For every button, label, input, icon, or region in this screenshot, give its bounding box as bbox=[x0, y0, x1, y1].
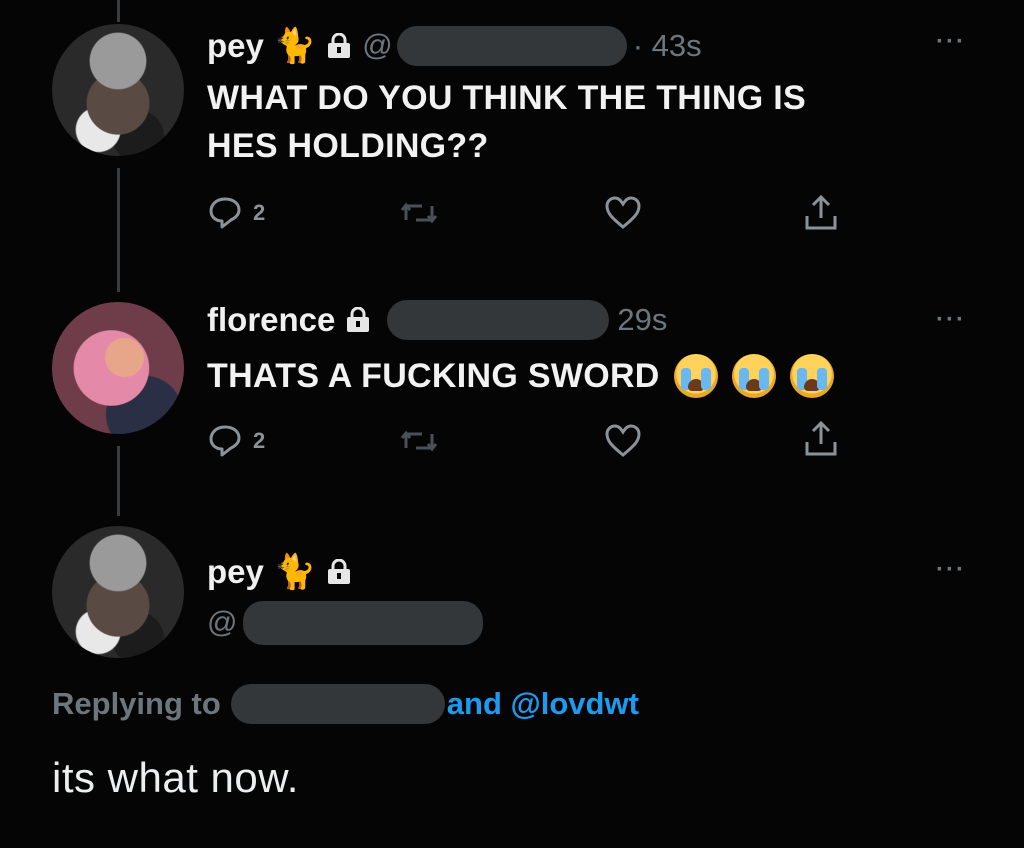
handle-at: @ bbox=[362, 29, 393, 62]
more-icon[interactable]: ··· bbox=[936, 28, 966, 56]
share-button[interactable] bbox=[804, 194, 838, 232]
lock-icon bbox=[326, 559, 352, 585]
like-button[interactable] bbox=[604, 196, 642, 230]
avatar[interactable] bbox=[52, 302, 184, 434]
crying-emoji-icon bbox=[789, 354, 834, 398]
cat-icon: 🐈 bbox=[273, 553, 317, 591]
reply-icon bbox=[209, 425, 241, 457]
display-name[interactable]: pey bbox=[207, 553, 264, 591]
share-icon bbox=[805, 194, 837, 230]
timestamp[interactable]: 29s bbox=[617, 302, 667, 338]
replying-link[interactable]: and @lovdwt bbox=[447, 686, 639, 722]
tweet-text: its what now. bbox=[52, 754, 299, 801]
thread-line-2 bbox=[117, 446, 120, 516]
display-name[interactable]: florence bbox=[207, 301, 335, 339]
thread-line-1 bbox=[117, 168, 120, 292]
like-button[interactable] bbox=[604, 424, 642, 458]
timestamp[interactable]: · 43s bbox=[633, 28, 702, 64]
lock-icon bbox=[345, 307, 371, 333]
reply-count: 2 bbox=[253, 428, 266, 453]
handle-at: @ bbox=[207, 606, 238, 639]
like-icon bbox=[605, 424, 641, 457]
like-icon bbox=[605, 196, 641, 229]
more-icon[interactable]: ··· bbox=[936, 556, 966, 584]
crying-emoji-icon bbox=[731, 354, 776, 398]
redacted-handle bbox=[230, 684, 445, 724]
more-icon[interactable]: ··· bbox=[936, 306, 966, 334]
retweet-button[interactable] bbox=[400, 426, 438, 456]
lock-icon bbox=[326, 33, 352, 59]
thread-line-top bbox=[117, 0, 120, 22]
tweet-text-line: THATS A FUCKING SWORD bbox=[207, 357, 660, 395]
tweet-text: THATS A FUCKING SWORD bbox=[207, 352, 834, 400]
tweet-thread: pey 🐈 @ · 43s ··· WHAT DO YOU THINK THE … bbox=[0, 0, 1024, 848]
avatar[interactable] bbox=[52, 526, 184, 658]
tweet-text-line: WHAT DO YOU THINK THE THING IS bbox=[207, 79, 806, 117]
tweet-text: WHAT DO YOU THINK THE THING IS HES HOLDI… bbox=[207, 74, 806, 170]
display-name[interactable]: pey bbox=[207, 27, 264, 65]
retweet-icon bbox=[400, 202, 438, 224]
replying-label: Replying to bbox=[52, 686, 221, 721]
retweet-button[interactable] bbox=[400, 198, 438, 228]
tweet-text-line: HES HOLDING?? bbox=[207, 127, 489, 165]
reply-icon bbox=[209, 197, 241, 229]
redacted-handle bbox=[387, 300, 610, 340]
crying-emoji-icon bbox=[673, 354, 718, 398]
redacted-handle bbox=[243, 601, 484, 645]
reply-button[interactable]: 2 bbox=[207, 424, 265, 458]
cat-icon: 🐈 bbox=[273, 27, 317, 65]
share-button[interactable] bbox=[804, 420, 838, 458]
tweet-header: pey 🐈 @ · 43s bbox=[207, 24, 702, 68]
tweet-header: pey 🐈 bbox=[207, 550, 362, 594]
timestamp-value: 43s bbox=[651, 28, 702, 63]
reply-button[interactable]: 2 bbox=[207, 196, 265, 230]
share-icon bbox=[805, 420, 837, 456]
handle-row: @ bbox=[207, 601, 484, 645]
tweet-header: florence 29s bbox=[207, 298, 667, 342]
retweet-icon bbox=[400, 430, 438, 452]
avatar[interactable] bbox=[52, 24, 184, 156]
replying-to: Replying to and @lovdwt bbox=[52, 684, 639, 724]
redacted-handle bbox=[396, 26, 627, 66]
reply-count: 2 bbox=[253, 200, 266, 225]
